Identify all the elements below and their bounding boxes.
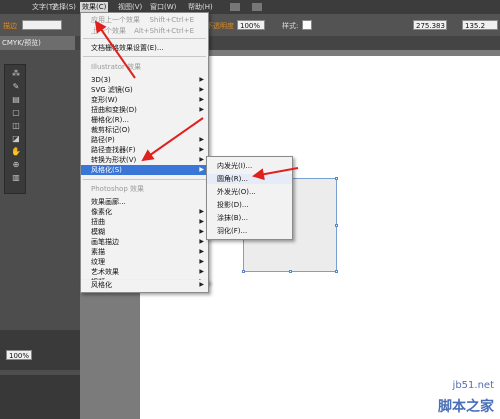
- menu-item-blur[interactable]: 模糊 ▶: [81, 227, 208, 237]
- selection-handle[interactable]: [242, 270, 245, 273]
- opacity-label[interactable]: 不透明度: [206, 21, 234, 31]
- stylize-submenu: 内发光(I)... 圆角(R)... 外发光(O)... 投影(D)... 涂抹…: [206, 156, 293, 240]
- bridge-icon[interactable]: [230, 3, 240, 11]
- watermark-url: jb51.net: [452, 380, 494, 391]
- submenu-item-outer-glow[interactable]: 外发光(O)...: [207, 187, 292, 197]
- y-field[interactable]: 135.2: [462, 20, 498, 30]
- submenu-arrow-icon: ▶: [199, 166, 204, 173]
- menu-item-path[interactable]: 路径(P) ▶: [81, 135, 208, 145]
- style-swatch[interactable]: [302, 20, 312, 30]
- slice-tool-icon[interactable]: ◫: [10, 121, 22, 131]
- submenu-item-feather[interactable]: 羽化(F)...: [207, 226, 292, 236]
- menu-item-convert-to-shape[interactable]: 转换为形状(V) ▶: [81, 155, 208, 165]
- submenu-arrow-icon: ▶: [199, 258, 204, 265]
- menu-item-distort-transform[interactable]: 扭曲和变换(D) ▶: [81, 105, 208, 115]
- submenu-arrow-icon: ▶: [199, 208, 204, 215]
- control-bar: 描边 不透明度 100% 样式: 275.383 135.2: [0, 14, 500, 36]
- eraser-tool-icon[interactable]: ◪: [10, 134, 22, 144]
- submenu-arrow-icon: ▶: [199, 228, 204, 235]
- symbol-sprayer-icon[interactable]: ✎: [10, 82, 22, 92]
- warp-tool-icon[interactable]: ⁂: [10, 69, 22, 79]
- submenu-arrow-icon: ▶: [199, 238, 204, 245]
- menu-item-pixelate[interactable]: 像素化 ▶: [81, 207, 208, 217]
- artboard-tool-icon[interactable]: ▢: [10, 108, 22, 118]
- menu-separator: [83, 38, 206, 39]
- menu-item-rasterize[interactable]: 栅格化(R)...: [81, 115, 208, 125]
- x-field[interactable]: 275.383: [413, 20, 447, 30]
- menu-item-artistic[interactable]: 艺术效果 ▶: [81, 267, 208, 277]
- menu-item-effect-gallery[interactable]: 效果画廊...: [81, 197, 208, 207]
- submenu-arrow-icon: ▶: [199, 218, 204, 225]
- effect-menu: 应用上一个效果 Shift+Ctrl+E 上一个效果 Alt+Shift+Ctrl+…: [80, 12, 209, 286]
- menu-item-brush-strokes[interactable]: 画笔描边 ▶: [81, 237, 208, 247]
- graph-tool-icon[interactable]: ▤: [10, 95, 22, 105]
- stroke-label[interactable]: 描边: [3, 21, 17, 31]
- menu-item-apply-last-effect: 应用上一个效果 Shift+Ctrl+E: [91, 16, 194, 24]
- document-tab[interactable]: CMYK/预览): [0, 36, 75, 50]
- submenu-arrow-icon: ▶: [199, 76, 204, 83]
- menu-item-warp[interactable]: 变形(W) ▶: [81, 95, 208, 105]
- style-label: 样式:: [282, 22, 299, 30]
- menu-item-stylize[interactable]: 风格化(S) ▶: [81, 165, 208, 175]
- submenu-arrow-icon: ▶: [199, 156, 204, 163]
- menu-item-last-effect: 上一个效果 Alt+Shift+Ctrl+E: [91, 27, 194, 35]
- menu-item-texture[interactable]: 纹理 ▶: [81, 257, 208, 267]
- selection-handle[interactable]: [335, 270, 338, 273]
- menu-separator: [83, 56, 206, 57]
- menu-item-distort[interactable]: 扭曲 ▶: [81, 217, 208, 227]
- submenu-arrow-icon: ▶: [199, 96, 204, 103]
- menu-select[interactable]: 选择(S): [50, 2, 78, 13]
- menu-item-pathfinder[interactable]: 路径查找器(F) ▶: [81, 145, 208, 155]
- selection-handle[interactable]: [289, 270, 292, 273]
- menu-item-sketch[interactable]: 素描 ▶: [81, 247, 208, 257]
- zoom-field[interactable]: 100%: [6, 350, 32, 360]
- menu-item-stylize-photoshop[interactable]: 风格化 ▶: [81, 280, 208, 290]
- bar-graph-icon[interactable]: ▥: [10, 173, 22, 183]
- photoshop-effects-header: Photoshop 效果: [91, 185, 145, 193]
- menu-bar: 文字(T) 选择(S) 效果(C) 视图(V) 窗口(W) 帮助(H): [0, 0, 500, 14]
- submenu-arrow-icon: ▶: [199, 281, 204, 288]
- selection-handle[interactable]: [335, 224, 338, 227]
- opacity-field[interactable]: 100%: [237, 20, 265, 30]
- submenu-item-drop-shadow[interactable]: 投影(D)...: [207, 200, 292, 210]
- menu-item-3d[interactable]: 3D(3) ▶: [81, 75, 208, 85]
- hand-tool-icon[interactable]: ✋: [10, 147, 22, 157]
- menu-item-document-raster-settings[interactable]: 文档栅格效果设置(E)...: [81, 43, 208, 53]
- submenu-item-inner-glow[interactable]: 内发光(I)...: [207, 161, 292, 171]
- zoom-tool-icon[interactable]: ⊕: [10, 160, 22, 170]
- submenu-arrow-icon: ▶: [199, 248, 204, 255]
- menu-item-crop-marks[interactable]: 裁剪标记(O): [81, 125, 208, 135]
- submenu-arrow-icon: ▶: [199, 106, 204, 113]
- effect-menu-tail: 风格化 ▶: [80, 280, 209, 293]
- submenu-arrow-icon: ▶: [199, 146, 204, 153]
- bottom-panel: [0, 375, 80, 419]
- stroke-weight-field[interactable]: [22, 20, 62, 30]
- submenu-arrow-icon: ▶: [199, 136, 204, 143]
- submenu-item-round-corners[interactable]: 圆角(R)...: [207, 174, 292, 184]
- tools-panel: ⁂ ✎ ▤ ▢ ◫ ◪ ✋ ⊕ ▥: [4, 64, 26, 194]
- submenu-item-scribble[interactable]: 涂抹(B)...: [207, 213, 292, 223]
- submenu-arrow-icon: ▶: [199, 86, 204, 93]
- illustrator-effects-header: Illustrator 效果: [91, 63, 142, 71]
- watermark-brand: 脚本之家: [438, 399, 494, 415]
- menu-item-svg-filters[interactable]: SVG 滤镜(G) ▶: [81, 85, 208, 95]
- arrange-documents-icon[interactable]: [252, 3, 262, 11]
- submenu-arrow-icon: ▶: [199, 268, 204, 275]
- layers-panel: 100%: [0, 330, 80, 370]
- menu-separator: [83, 179, 206, 180]
- selection-handle[interactable]: [335, 177, 338, 180]
